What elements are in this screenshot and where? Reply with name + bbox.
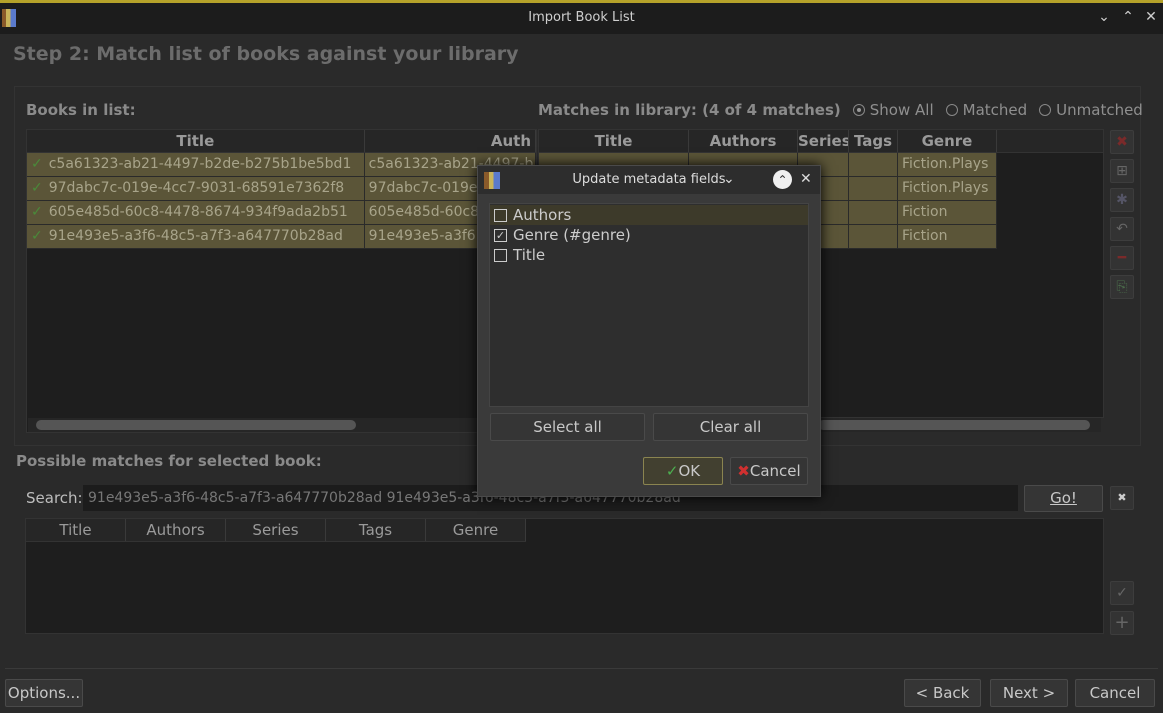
radio-icon xyxy=(852,104,865,116)
possible-matches-label: Possible matches for selected book: xyxy=(16,452,322,470)
cell-genre: Fiction xyxy=(898,201,997,225)
clear-search-icon[interactable]: ✖ xyxy=(1110,486,1134,510)
dialog-cancel-button[interactable]: ✖Cancel xyxy=(730,457,808,485)
next-button[interactable]: Next > xyxy=(990,679,1068,707)
radio-icon xyxy=(1039,104,1052,116)
title-text: c5a61323-ab21-4497-b2de-b275b1be5bd1 xyxy=(48,156,352,172)
cancel-label: Cancel xyxy=(749,462,801,480)
column-header[interactable]: Authors xyxy=(689,130,798,152)
checkbox-icon[interactable] xyxy=(494,208,507,222)
check-icon: ✓ xyxy=(31,228,43,244)
radio-unmatched[interactable]: Unmatched xyxy=(1039,101,1143,119)
table-row[interactable]: ✓ 91e493e5-a3f6-48c5-a7f3-a647770b28ad 91e… xyxy=(27,225,536,249)
select-all-button[interactable]: Select all xyxy=(490,413,645,441)
column-header[interactable]: Genre xyxy=(426,519,526,541)
minimize-icon[interactable]: ⌄ xyxy=(723,171,735,187)
column-header[interactable]: Series xyxy=(798,130,849,152)
export-icon[interactable]: ⎘ xyxy=(1110,275,1134,299)
title-text: 91e493e5-a3f6-48c5-a7f3-a647770b28ad xyxy=(48,228,343,244)
radio-icon xyxy=(945,104,958,116)
column-header[interactable]: Tags xyxy=(849,130,898,152)
clear-match-icon[interactable]: ✱ xyxy=(1110,188,1134,212)
radio-matched[interactable]: Matched xyxy=(945,101,1028,119)
update-metadata-dialog: Update metadata fields ⌄ ⌃ ✕ Authors ✓ Gen… xyxy=(477,165,821,497)
radio-label: Show All xyxy=(869,101,934,119)
undo-icon[interactable]: ↶ xyxy=(1110,217,1134,241)
radio-show-all[interactable]: Show All xyxy=(852,101,934,119)
add-book-icon[interactable]: ⊞ xyxy=(1110,159,1134,183)
table-row[interactable]: ✓ 97dabc7c-019e-4cc7-9031-68591e7362f8 97d… xyxy=(27,177,536,201)
check-icon: ✓ xyxy=(31,180,43,196)
cell-title: ✓ c5a61323-ab21-4497-b2de-b275b1be5bd1 xyxy=(27,153,365,177)
column-header[interactable]: Authors xyxy=(126,519,226,541)
column-header[interactable]: Title xyxy=(539,130,689,152)
cell xyxy=(849,225,898,249)
column-header[interactable]: Tags xyxy=(326,519,426,541)
check-icon: ✓ xyxy=(665,462,679,480)
search-label: Search: xyxy=(26,489,83,507)
matches-label: Matches in library: (4 of 4 matches) xyxy=(538,101,841,119)
maximize-icon[interactable]: ⌃ xyxy=(773,170,792,189)
title-text: 605e485d-60c8-4478-8674-934f9ada2b51 xyxy=(48,204,348,220)
column-header-title[interactable]: Title xyxy=(27,130,365,152)
table-row[interactable]: ✓ c5a61323-ab21-4497-b2de-b275b1be5bd1 c5a… xyxy=(27,153,536,177)
window-title: Import Book List xyxy=(528,10,635,25)
matches-header: Matches in library: (4 of 4 matches) Sho… xyxy=(538,101,1143,119)
ok-button[interactable]: ✓OK xyxy=(643,457,723,485)
options-button[interactable]: Options... xyxy=(5,679,83,707)
possible-matches-table[interactable]: Title Authors Series Tags Genre xyxy=(25,518,1104,634)
app-icon xyxy=(484,172,500,189)
close-icon[interactable]: ✕ xyxy=(1142,9,1160,25)
checkbox-icon[interactable] xyxy=(494,248,507,262)
cell xyxy=(849,177,898,201)
column-header[interactable]: Series xyxy=(226,519,326,541)
check-icon: ✓ xyxy=(31,156,43,172)
field-checkbox-item[interactable]: Title xyxy=(490,245,808,265)
remove-icon[interactable]: ✖ xyxy=(1110,130,1134,154)
title-text: 97dabc7c-019e-4cc7-9031-68591e7362f8 xyxy=(48,180,345,196)
books-in-list-label: Books in list: xyxy=(26,101,136,119)
fields-list[interactable]: Authors ✓ Genre (#genre) Title xyxy=(489,203,809,407)
column-header[interactable]: Title xyxy=(26,519,126,541)
scrollbar-thumb[interactable] xyxy=(818,420,1090,430)
cell-genre: Fiction.Plays xyxy=(898,177,997,201)
footer-divider xyxy=(5,668,1158,669)
cell xyxy=(849,153,898,177)
field-label: Genre (#genre) xyxy=(513,226,631,244)
books-table[interactable]: Title Auth ✓ c5a61323-ab21-4497-b2de-b275b… xyxy=(26,129,537,433)
add-icon[interactable]: + xyxy=(1110,611,1134,635)
title-bar: Import Book List ⌄ ⌃ ✕ xyxy=(0,3,1163,34)
cell-title: ✓ 605e485d-60c8-4478-8674-934f9ada2b51 xyxy=(27,201,365,225)
ok-label: OK xyxy=(678,462,701,480)
clear-all-button[interactable]: Clear all xyxy=(653,413,808,441)
column-header[interactable]: Genre xyxy=(898,130,997,152)
scrollbar-thumb[interactable] xyxy=(36,420,356,430)
minus-icon[interactable]: ━ xyxy=(1110,246,1134,270)
cell-title: ✓ 97dabc7c-019e-4cc7-9031-68591e7362f8 xyxy=(27,177,365,201)
field-label: Title xyxy=(513,246,546,264)
page-title: Step 2: Match list of books against your… xyxy=(13,43,519,65)
close-icon[interactable]: ✕ xyxy=(800,171,812,187)
radio-label: Matched xyxy=(962,101,1028,119)
field-label: Authors xyxy=(513,206,572,224)
dialog-title-bar: Update metadata fields ⌄ ⌃ ✕ xyxy=(478,166,820,194)
go-button[interactable]: Go! xyxy=(1024,485,1103,512)
radio-label: Unmatched xyxy=(1056,101,1143,119)
maximize-icon[interactable]: ⌃ xyxy=(1119,9,1137,25)
cell-genre: Fiction xyxy=(898,225,997,249)
field-checkbox-item[interactable]: Authors xyxy=(490,205,808,225)
checkbox-checked-icon[interactable]: ✓ xyxy=(494,228,507,242)
column-header-authors[interactable]: Auth xyxy=(365,130,536,152)
minimize-icon[interactable]: ⌄ xyxy=(1095,9,1113,25)
cancel-button[interactable]: Cancel xyxy=(1075,679,1155,707)
check-icon: ✓ xyxy=(31,204,43,220)
x-icon: ✖ xyxy=(737,462,750,480)
cell xyxy=(849,201,898,225)
cell-genre: Fiction.Plays xyxy=(898,153,997,177)
accept-match-icon[interactable]: ✓ xyxy=(1110,581,1134,605)
field-checkbox-item[interactable]: ✓ Genre (#genre) xyxy=(490,225,808,245)
table-row[interactable]: ✓ 605e485d-60c8-4478-8674-934f9ada2b51 605… xyxy=(27,201,536,225)
cell-title: ✓ 91e493e5-a3f6-48c5-a7f3-a647770b28ad xyxy=(27,225,365,249)
back-button[interactable]: < Back xyxy=(904,679,981,707)
